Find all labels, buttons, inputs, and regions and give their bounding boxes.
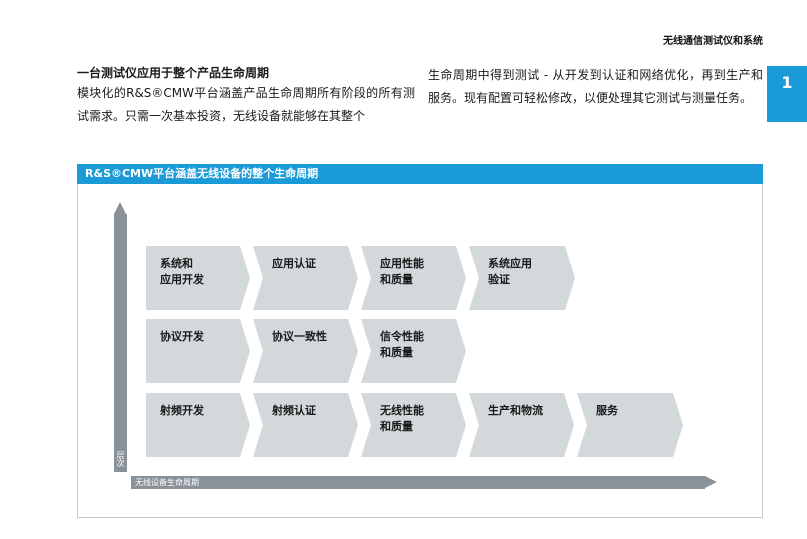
y-axis-bar <box>114 214 127 472</box>
x-axis-bar: 无线设备生命周期 <box>131 476 705 489</box>
intro-heading: 一台测试仪应用于整个产品生命周期 <box>77 66 270 80</box>
stage-label: 应用认证 <box>272 257 316 270</box>
stage-label: 射频开发 <box>160 404 204 417</box>
intro-paragraph-1: 模块化的R&S®CMW平台涵盖产品生命周期所有阶段的所有测试需求。只需一次基本投… <box>77 86 415 123</box>
stage-label: 无线性能 和质量 <box>380 404 424 433</box>
running-header: 无线通信测试仪和系统 <box>663 36 763 47</box>
stage-rf-certification: 射频认证 <box>253 393 358 457</box>
stage-label: 生产和物流 <box>488 404 543 417</box>
stage-label: 应用性能 和质量 <box>380 257 424 286</box>
stage-wireless-performance: 无线性能 和质量 <box>361 393 466 457</box>
stage-service: 服务 <box>577 393 683 457</box>
stage-app-certification: 应用认证 <box>253 246 358 310</box>
stage-protocol-dev: 协议开发 <box>146 319 250 383</box>
stage-rf-dev: 射频开发 <box>146 393 250 457</box>
intro-paragraph-2: 生命周期中得到测试 - 从开发到认证和网络优化，再到生产和服务。现有配置可轻松修… <box>428 68 763 105</box>
stage-label: 射频认证 <box>272 404 316 417</box>
y-axis-label: 层次 <box>116 451 125 467</box>
stage-protocol-conformance: 协议一致性 <box>253 319 358 383</box>
x-axis-arrowhead <box>705 476 717 488</box>
stage-label: 服务 <box>596 404 618 417</box>
stage-system-app-dev: 系统和 应用开发 <box>146 246 250 310</box>
figure-title: R&S®CMW平台涵盖无线设备的整个生命周期 <box>77 164 763 184</box>
stage-app-performance: 应用性能 和质量 <box>361 246 466 310</box>
stage-label: 系统应用 验证 <box>488 257 532 286</box>
stage-label: 协议一致性 <box>272 330 327 343</box>
y-axis-arrowhead <box>114 202 126 214</box>
stage-system-app-verification: 系统应用 验证 <box>469 246 575 310</box>
stage-production-logistics: 生产和物流 <box>469 393 574 457</box>
stage-label: 信令性能 和质量 <box>380 330 424 359</box>
stage-label: 协议开发 <box>160 330 204 343</box>
stage-signaling-performance: 信令性能 和质量 <box>361 319 466 383</box>
intro-column-left: 一台测试仪应用于整个产品生命周期 模块化的R&S®CMW平台涵盖产品生命周期所有… <box>77 64 415 128</box>
stage-label: 系统和 应用开发 <box>160 257 204 286</box>
chapter-tab[interactable]: 1 <box>767 66 807 122</box>
